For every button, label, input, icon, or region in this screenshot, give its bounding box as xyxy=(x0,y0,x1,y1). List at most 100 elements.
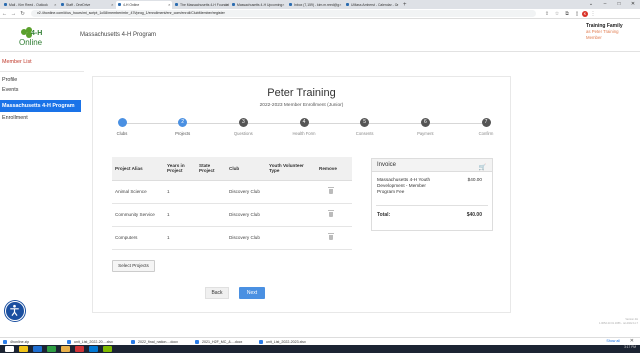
download-item[interactable]: unit_List_2022-2023.xlsx xyxy=(256,340,320,344)
app-header: 4-H Online Massachusetts 4-H Program Tra… xyxy=(0,20,640,52)
step-confirm[interactable]: 7 Confirm xyxy=(456,118,516,136)
cell-alias: Community Service xyxy=(112,203,164,227)
url-field[interactable]: v2.4honline.com/#/us_hours/mi_script_1c0… xyxy=(31,10,536,17)
browser-tab[interactable]: UMass Amherst - Calendar - Cr × xyxy=(344,0,400,9)
step-label: Questions xyxy=(233,131,253,136)
browser-tab[interactable]: Mail - Kim Reed - Outlook × xyxy=(2,0,58,9)
enrollment-subtitle: 2022-2023 Member Enrollment (Junior) xyxy=(259,103,344,108)
step-payment[interactable]: 6 Payment xyxy=(395,118,455,136)
close-tab-icon[interactable]: × xyxy=(225,1,227,9)
cell-volunteer xyxy=(266,203,316,227)
sidebar: Member List Profile Events Massachusetts… xyxy=(0,53,84,337)
menu-kebab-icon[interactable]: ⋮ xyxy=(588,9,598,19)
sidebar-item-program[interactable]: Massachusetts 4-H Program xyxy=(0,100,81,112)
col-header-alias: Project Alias xyxy=(112,157,164,181)
close-downloads-icon[interactable]: ✕ xyxy=(630,338,634,344)
close-tab-icon[interactable]: × xyxy=(339,1,341,9)
sidebar-member-list-link[interactable]: Member List xyxy=(0,53,84,72)
tab-favicon-icon xyxy=(175,3,178,6)
browser-tab[interactable]: Massachusetts 4-H Upcoming × xyxy=(230,0,286,9)
back-arrow-icon[interactable]: ← xyxy=(0,9,9,19)
projects-table: Project Alias Years in Project State Pro… xyxy=(112,157,352,250)
taskbar-app-icon[interactable] xyxy=(47,346,56,352)
4h-online-logo[interactable]: 4-H Online xyxy=(18,26,50,48)
extensions-icon[interactable]: ⧉ xyxy=(562,9,572,19)
cell-state xyxy=(196,226,226,250)
tab-label: 4-H Online xyxy=(123,2,140,7)
user-block[interactable]: Training Family as Peter Training Member xyxy=(586,23,630,40)
download-filename: 4honline.zip xyxy=(10,339,30,344)
step-questions[interactable]: 3 Questions xyxy=(213,118,273,136)
tab-favicon-icon xyxy=(346,3,349,6)
close-tab-icon[interactable]: × xyxy=(111,1,113,9)
download-item[interactable]: 2021_H2F_MC_&....docx xyxy=(192,340,256,344)
cell-remove xyxy=(316,203,352,227)
close-tab-icon[interactable]: × xyxy=(54,1,56,9)
download-item[interactable]: unit_List_2022-20....xlsx xyxy=(64,340,128,344)
accessibility-icon[interactable] xyxy=(5,301,25,321)
close-tab-icon[interactable]: × xyxy=(396,1,398,9)
step-projects[interactable]: 2 Projects xyxy=(153,118,213,136)
step-label: Consents xyxy=(355,131,374,136)
step-consents[interactable]: 5 Consents xyxy=(335,118,395,136)
invoice-total-row: Total: $40.00 xyxy=(376,206,488,226)
step-number: 2 xyxy=(178,118,188,127)
cell-volunteer xyxy=(266,180,316,204)
sidebar-item-profile[interactable]: Profile xyxy=(0,75,84,85)
maximize-button[interactable]: □ xyxy=(612,0,626,9)
step-label: Confirm xyxy=(478,131,494,136)
cell-remove xyxy=(316,180,352,204)
back-button[interactable]: Back xyxy=(205,287,229,299)
taskbar-app-icon[interactable] xyxy=(89,346,98,352)
bookmark-star-icon[interactable]: ☆ xyxy=(552,9,562,19)
start-icon[interactable] xyxy=(5,346,14,352)
close-tab-icon[interactable]: × xyxy=(282,1,284,9)
download-item[interactable]: 4honline.zip xyxy=(0,340,64,344)
trash-icon[interactable] xyxy=(328,233,334,240)
member-name-title: Peter Training xyxy=(267,87,336,99)
download-item[interactable]: 2022_final_nation....docx xyxy=(128,340,192,344)
browser-tab[interactable]: The Massachusetts 4-H Foundati × xyxy=(173,0,229,9)
sidebar-item-enrollment[interactable]: Enrollment xyxy=(0,113,84,123)
enrollment-card: Peter Training 2022-2023 Member Enrollme… xyxy=(92,76,511,313)
forward-arrow-icon[interactable]: → xyxy=(9,9,18,19)
invoice-header: Invoice 🛒 xyxy=(372,159,492,172)
cell-volunteer xyxy=(266,226,316,250)
step-label: Health Form xyxy=(292,131,316,136)
trash-icon[interactable] xyxy=(328,187,334,194)
trash-icon[interactable] xyxy=(328,210,334,217)
tab-favicon-icon xyxy=(289,3,292,6)
minimize-button[interactable]: – xyxy=(598,0,612,9)
close-window-button[interactable]: ✕ xyxy=(626,0,640,9)
invoice-item-amount: $40.00 xyxy=(467,177,482,182)
taskbar-app-icon[interactable] xyxy=(19,346,28,352)
tab-favicon-icon xyxy=(61,3,64,6)
taskbar-app-icon[interactable] xyxy=(103,346,112,352)
version-line-2: 1.0052.23.01.1956 - rel-2022.11.7 xyxy=(598,321,638,325)
browser-tab[interactable]: Inbox (7,159) - kim.m.reed@g × xyxy=(287,0,343,9)
browser-tab[interactable]: Staff - OneDrive × xyxy=(59,0,115,9)
tab-favicon-icon xyxy=(4,3,7,6)
next-button[interactable]: Next xyxy=(239,287,265,299)
step-number xyxy=(117,118,127,127)
show-all-downloads-link[interactable]: Show all xyxy=(606,339,620,343)
close-tab-icon[interactable]: × xyxy=(168,1,170,9)
invoice-line-item: Massachusetts 4-H Youth Development - Me… xyxy=(376,172,488,206)
reload-icon[interactable]: ↻ xyxy=(18,9,27,19)
step-health-form[interactable]: 4 Health Form xyxy=(274,118,334,136)
taskbar-app-icon[interactable] xyxy=(61,346,70,352)
tab-favicon-icon xyxy=(118,3,121,6)
step-clubs[interactable]: Clubs xyxy=(92,118,152,136)
file-icon xyxy=(195,340,199,344)
step-number: 4 xyxy=(299,118,309,127)
download-filename: unit_List_2022-2023.xlsx xyxy=(266,339,306,344)
tab-favicon-icon xyxy=(232,3,235,6)
new-tab-button[interactable]: + xyxy=(403,1,407,9)
select-projects-button[interactable]: Select Projects xyxy=(112,260,155,272)
share-icon[interactable]: ⇪ xyxy=(542,9,552,19)
sidebar-item-events[interactable]: Events xyxy=(0,85,84,95)
browser-tab[interactable]: 4-H Online × xyxy=(116,0,172,9)
taskbar-app-icon[interactable] xyxy=(75,346,84,352)
sidepanel-icon[interactable]: ▯ xyxy=(572,9,582,19)
taskbar-app-icon[interactable] xyxy=(33,346,42,352)
